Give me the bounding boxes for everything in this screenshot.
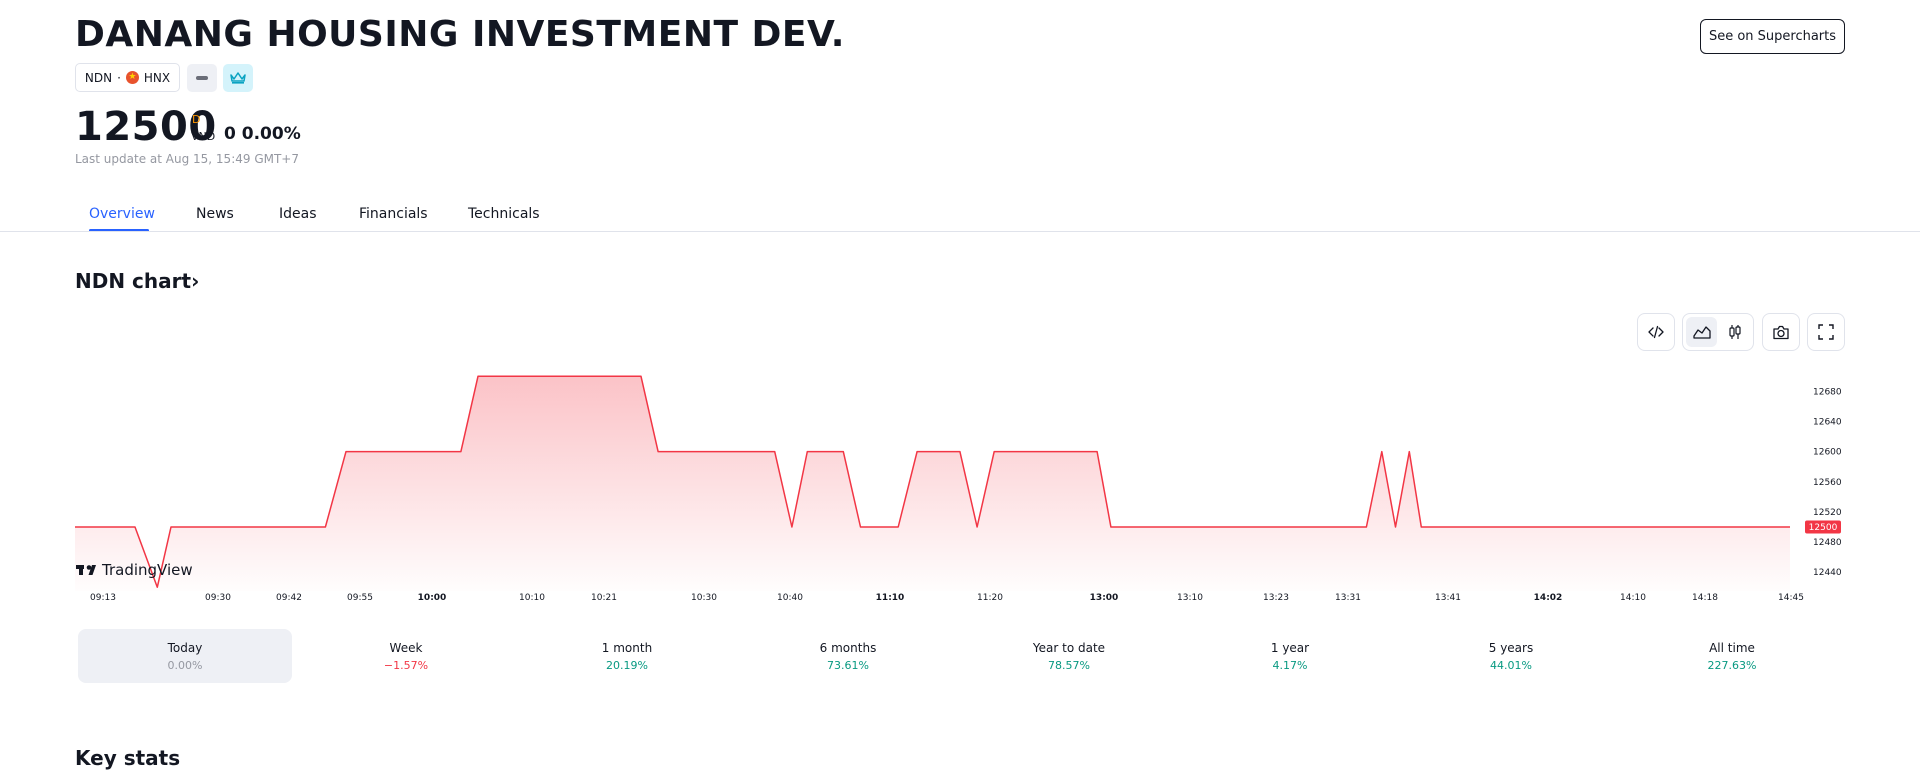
period-change: −1.57% bbox=[383, 658, 429, 672]
period-change: 78.57% bbox=[1048, 658, 1090, 672]
vietnam-flag-icon: ★ bbox=[125, 71, 139, 84]
separator-dot: · bbox=[117, 70, 121, 85]
period-week[interactable]: Week −1.57% bbox=[299, 629, 513, 683]
tab-news[interactable]: News bbox=[196, 206, 234, 222]
current-price-label: 12500 bbox=[1805, 520, 1841, 534]
crown-badge-button[interactable] bbox=[223, 64, 253, 92]
tab-ideas[interactable]: Ideas bbox=[279, 206, 317, 222]
embed-code-icon bbox=[1648, 325, 1664, 339]
x-tick-label: 09:13 bbox=[90, 593, 116, 603]
period-1-month[interactable]: 1 month 20.19% bbox=[520, 629, 734, 683]
period-1-year[interactable]: 1 year 4.17% bbox=[1183, 629, 1397, 683]
x-tick-label: 09:42 bbox=[276, 593, 302, 603]
x-tick-label: 10:30 bbox=[691, 593, 717, 603]
x-tick-label: 13:23 bbox=[1263, 593, 1289, 603]
period-6-months[interactable]: 6 months 73.61% bbox=[741, 629, 955, 683]
area-chart-button[interactable] bbox=[1686, 317, 1717, 347]
x-tick-label: 13:31 bbox=[1335, 593, 1361, 603]
x-tick-label: 14:18 bbox=[1692, 593, 1718, 603]
x-tick-label: 11:10 bbox=[876, 593, 905, 603]
fullscreen-icon bbox=[1818, 324, 1834, 340]
period-change: 4.17% bbox=[1272, 658, 1308, 672]
x-tick-label: 14:02 bbox=[1534, 593, 1563, 603]
key-stats-heading: Key stats bbox=[75, 746, 181, 770]
tabs-divider bbox=[0, 231, 1920, 232]
period-5-years[interactable]: 5 years 44.01% bbox=[1404, 629, 1618, 683]
period-change: 227.63% bbox=[1707, 658, 1757, 672]
y-axis: 12680 12640 12600 12560 12520 12480 12440 bbox=[1813, 387, 1842, 578]
camera-icon bbox=[1773, 325, 1789, 339]
chart-heading-text: NDN chart bbox=[75, 269, 192, 293]
period-change: 0.00% bbox=[167, 658, 203, 672]
embed-code-button[interactable] bbox=[1637, 313, 1675, 351]
period-label: Year to date bbox=[1032, 640, 1106, 655]
x-tick-label: 13:41 bbox=[1435, 593, 1461, 603]
crown-icon bbox=[230, 72, 246, 84]
price-delay-marker: D bbox=[192, 113, 201, 126]
x-tick-label: 10:10 bbox=[519, 593, 545, 603]
chart-heading-link[interactable]: NDN chart› bbox=[75, 269, 199, 293]
last-update-text: Last update at Aug 15, 15:49 GMT+7 bbox=[75, 152, 299, 166]
period-today[interactable]: Today 0.00% bbox=[78, 629, 292, 683]
area-chart-icon bbox=[1692, 326, 1711, 339]
x-tick-label: 09:55 bbox=[347, 593, 373, 603]
x-tick-label: 13:10 bbox=[1177, 593, 1203, 603]
x-tick-label: 13:00 bbox=[1090, 593, 1119, 603]
x-tick-label: 09:30 bbox=[205, 593, 231, 603]
x-tick-label: 10:21 bbox=[591, 593, 617, 603]
tab-financials[interactable]: Financials bbox=[359, 206, 428, 222]
period-label: All time bbox=[1709, 640, 1755, 655]
y-tick-label: 12640 bbox=[1813, 418, 1842, 428]
x-tick-label: 14:10 bbox=[1620, 593, 1646, 603]
chevron-right-icon: › bbox=[191, 269, 200, 293]
svg-text:12500: 12500 bbox=[1809, 523, 1838, 533]
price-area-fill bbox=[75, 376, 1790, 591]
period-label: Today bbox=[167, 640, 203, 655]
period-change: 73.61% bbox=[827, 658, 869, 672]
ticker-exchange-chip[interactable]: NDN · ★ HNX bbox=[75, 63, 180, 92]
price-change: 0 0.00% bbox=[224, 124, 301, 144]
x-tick-label: 14:45 bbox=[1778, 593, 1804, 603]
chart-type-switcher bbox=[1682, 313, 1754, 351]
candles-chart-button[interactable] bbox=[1719, 317, 1750, 347]
y-tick-label: 12600 bbox=[1813, 448, 1842, 458]
x-tick-label: 10:40 bbox=[777, 593, 803, 603]
x-tick-label: 11:20 bbox=[977, 593, 1003, 603]
fullscreen-button[interactable] bbox=[1807, 313, 1845, 351]
pill-badge-button[interactable] bbox=[187, 64, 217, 92]
pill-icon bbox=[196, 76, 208, 80]
period-change: 44.01% bbox=[1490, 658, 1532, 672]
price-currency: VND bbox=[191, 130, 216, 143]
ticker-symbol: NDN bbox=[84, 70, 113, 85]
exchange-name: HNX bbox=[143, 70, 171, 85]
period-label: 5 years bbox=[1488, 640, 1534, 655]
y-tick-label: 12480 bbox=[1813, 538, 1842, 548]
screenshot-button[interactable] bbox=[1762, 313, 1800, 351]
y-tick-label: 12680 bbox=[1813, 387, 1842, 397]
period-label: 1 year bbox=[1270, 640, 1310, 655]
period-year-to-date[interactable]: Year to date 78.57% bbox=[962, 629, 1176, 683]
period-all-time[interactable]: All time 227.63% bbox=[1625, 629, 1839, 683]
tradingview-watermark-text: TradingView bbox=[101, 561, 193, 579]
x-axis: 09:13 09:30 09:42 09:55 10:00 10:10 10:21 10:30… bbox=[90, 593, 1804, 603]
current-price: 12500 bbox=[75, 104, 217, 150]
period-change: 20.19% bbox=[606, 658, 648, 672]
y-tick-label: 12520 bbox=[1813, 508, 1842, 518]
period-label: 6 months bbox=[819, 640, 877, 655]
price-chart[interactable]: 12680 12640 12600 12560 12520 12480 12440 09:1… bbox=[0, 355, 1920, 610]
candles-icon bbox=[1728, 325, 1741, 339]
period-label: 1 month bbox=[601, 640, 653, 655]
y-tick-label: 12560 bbox=[1813, 478, 1842, 488]
y-tick-label: 12440 bbox=[1813, 568, 1842, 578]
see-on-supercharts-button[interactable]: See on Supercharts bbox=[1700, 19, 1845, 54]
x-tick-label: 10:00 bbox=[418, 593, 447, 603]
tab-overview[interactable]: Overview bbox=[89, 206, 155, 222]
page-title: DANANG HOUSING INVESTMENT DEV. bbox=[75, 14, 845, 55]
period-label: Week bbox=[389, 640, 423, 655]
tab-technicals[interactable]: Technicals bbox=[468, 206, 540, 222]
